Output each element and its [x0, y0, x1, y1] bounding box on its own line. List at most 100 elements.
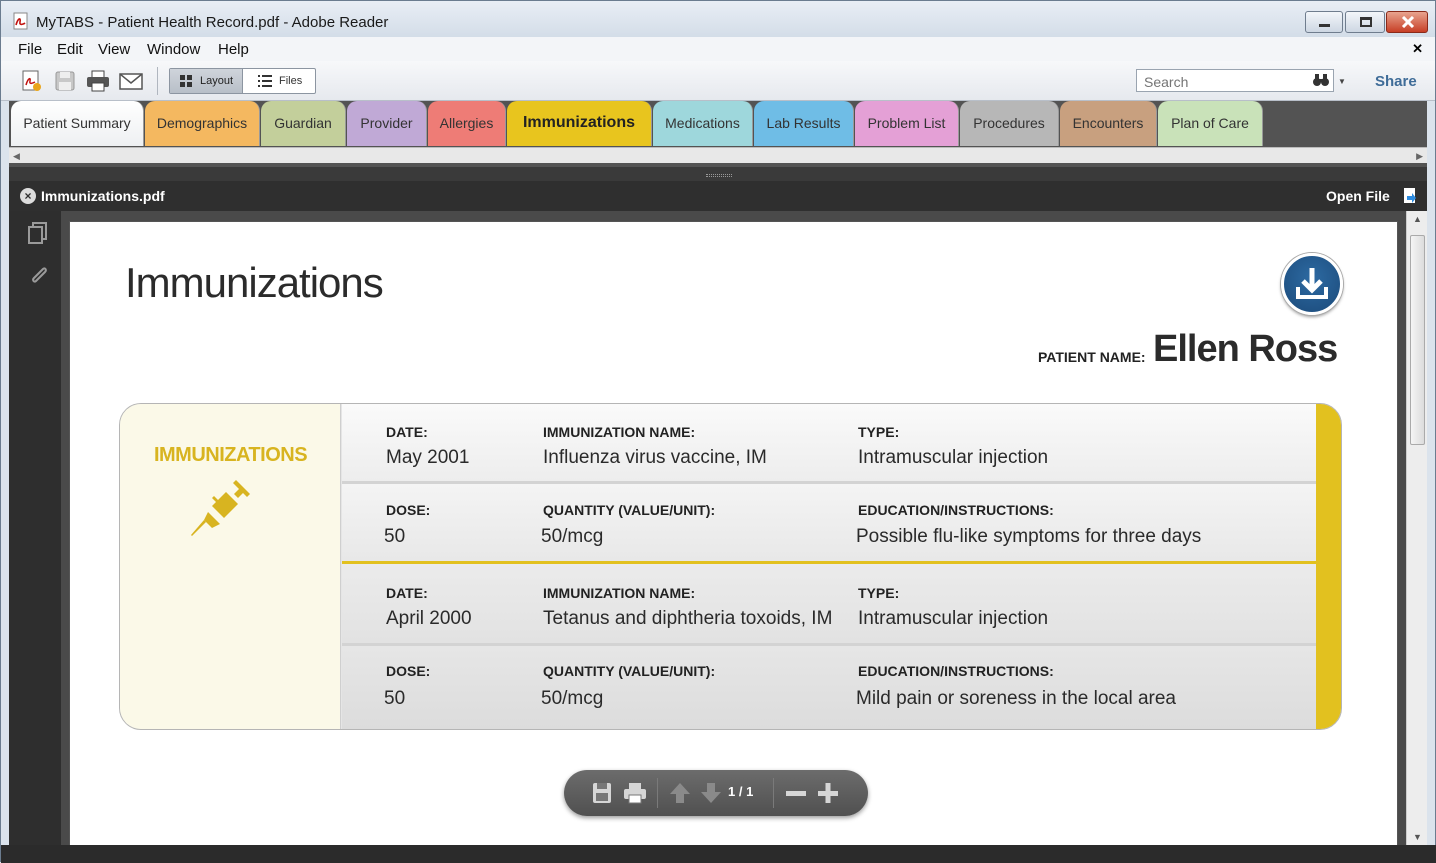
- menu-bar: File Edit View Window Help ✕: [1, 37, 1435, 61]
- vertical-scrollbar[interactable]: ▲ ▼: [1406, 211, 1427, 845]
- splitter-grip[interactable]: [9, 167, 1427, 181]
- tab-plan-of-care[interactable]: Plan of Care: [1158, 101, 1263, 146]
- page-indicator: 1 / 1: [728, 784, 754, 799]
- education-label: EDUCATION/INSTRUCTIONS:: [858, 502, 1054, 518]
- immunization-name-value: Tetanus and diphtheria toxoids, IM: [543, 608, 833, 629]
- scroll-up-icon[interactable]: ▲: [1413, 214, 1422, 224]
- close-icon: [1401, 16, 1415, 28]
- download-button[interactable]: [1281, 253, 1343, 315]
- quantity-value: 50/mcg: [541, 688, 604, 709]
- section-title: IMMUNIZATIONS: [153, 444, 308, 466]
- tab-patient-summary[interactable]: Patient Summary: [11, 101, 144, 146]
- section-sidebar: IMMUNIZATIONS: [120, 404, 341, 729]
- tab-medications[interactable]: Medications: [653, 101, 753, 146]
- record-2-row-1: DATE: April 2000 IMMUNIZATION NAME: Teta…: [342, 564, 1316, 643]
- menu-file[interactable]: File: [18, 41, 42, 58]
- previous-page-icon[interactable]: [668, 781, 692, 805]
- attachments-icon[interactable]: [27, 264, 51, 288]
- status-strip: [1, 845, 1436, 863]
- patient-name-label: PATIENT NAME:: [1038, 349, 1146, 365]
- date-value: April 2000: [386, 608, 472, 629]
- pages-icon[interactable]: [27, 221, 51, 245]
- floating-page-toolbar: 1 / 1: [564, 770, 868, 816]
- tab-guardian[interactable]: Guardian: [261, 101, 346, 146]
- close-file-icon[interactable]: ×: [20, 188, 36, 204]
- document-name: Immunizations.pdf: [41, 188, 165, 204]
- tab-allergies[interactable]: Allergies: [428, 101, 506, 146]
- search-dropdown-icon[interactable]: ▼: [1338, 77, 1346, 86]
- accent-bar: [1315, 404, 1341, 729]
- binoculars-icon[interactable]: [1312, 71, 1330, 89]
- menu-window[interactable]: Window: [147, 41, 200, 58]
- create-pdf-icon[interactable]: [18, 69, 44, 93]
- dose-value: 50: [384, 688, 406, 709]
- education-label: EDUCATION/INSTRUCTIONS:: [858, 663, 1054, 679]
- scroll-left-icon[interactable]: ◀: [13, 151, 20, 162]
- layout-label: Layout: [200, 75, 234, 87]
- search-input[interactable]: [1136, 69, 1334, 92]
- email-icon[interactable]: [118, 69, 144, 93]
- toolbar: Layout Files ▼ Share: [1, 61, 1435, 101]
- scrollbar-thumb[interactable]: [1410, 235, 1425, 445]
- grid-icon: [180, 75, 192, 87]
- date-value: May 2001: [386, 447, 470, 468]
- syringe-icon: [191, 480, 250, 536]
- record-2-row-2: DOSE: 50 QUANTITY (VALUE/UNIT): 50/mcg E…: [342, 646, 1316, 729]
- maximize-button[interactable]: [1345, 11, 1385, 33]
- type-label: TYPE:: [858, 424, 900, 440]
- save-icon[interactable]: [590, 781, 614, 805]
- date-label: DATE:: [386, 585, 428, 601]
- close-document-icon[interactable]: ✕: [1412, 41, 1423, 57]
- open-file-icon[interactable]: [1402, 187, 1418, 205]
- dose-value: 50: [384, 526, 406, 547]
- minimize-button[interactable]: [1305, 11, 1343, 33]
- view-mode-toggle: Layout Files: [169, 68, 316, 94]
- quantity-label: QUANTITY (VALUE/UNIT):: [543, 502, 716, 518]
- record-1-row-1: DATE: May 2001 IMMUNIZATION NAME: Influe…: [342, 404, 1316, 481]
- menu-help[interactable]: Help: [218, 41, 249, 58]
- restore-icon: [1360, 17, 1372, 27]
- save-icon[interactable]: [52, 69, 78, 93]
- files-label: Files: [279, 75, 303, 87]
- layout-button[interactable]: Layout: [170, 69, 242, 93]
- tab-provider[interactable]: Provider: [347, 101, 427, 146]
- open-file-button[interactable]: Open File: [1326, 188, 1390, 204]
- document-header: × Immunizations.pdf Open File: [9, 181, 1427, 211]
- type-label: TYPE:: [858, 585, 900, 601]
- scroll-down-icon[interactable]: ▼: [1413, 832, 1422, 842]
- tab-encounters[interactable]: Encounters: [1060, 101, 1157, 146]
- window-title: MyTABS - Patient Health Record.pdf - Ado…: [36, 14, 389, 31]
- next-page-icon[interactable]: [699, 781, 723, 805]
- portfolio-tab-strip: Patient Summary Demographics Guardian Provi…: [9, 101, 1427, 167]
- print-icon[interactable]: [623, 781, 647, 805]
- tab-scrollbar[interactable]: ◀ ▶: [9, 147, 1427, 163]
- quantity-value: 50/mcg: [541, 526, 604, 547]
- scroll-right-icon[interactable]: ▶: [1416, 151, 1423, 162]
- share-button[interactable]: Share: [1375, 73, 1417, 90]
- files-button[interactable]: Files: [242, 69, 315, 93]
- close-button[interactable]: [1386, 11, 1428, 33]
- zoom-in-icon[interactable]: [816, 781, 840, 805]
- tab-problem-list[interactable]: Problem List: [855, 101, 959, 146]
- immunizations-card: IMMUNIZATIONS DATE: May 2001 IMMUNIZATIO…: [119, 403, 1342, 730]
- tab-immunizations[interactable]: Immunizations: [507, 101, 652, 146]
- zoom-out-icon[interactable]: [784, 781, 808, 805]
- menu-view[interactable]: View: [98, 41, 130, 58]
- document-viewer: Immunizations PATIENT NAME: Ellen Ross I…: [61, 211, 1406, 861]
- tab-procedures[interactable]: Procedures: [960, 101, 1059, 146]
- pdf-page: Immunizations PATIENT NAME: Ellen Ross I…: [69, 221, 1398, 861]
- patient-name: Ellen Ross: [1153, 328, 1338, 370]
- education-value: Mild pain or soreness in the local area: [856, 688, 1177, 709]
- pdf-app-icon: [13, 12, 28, 30]
- print-icon[interactable]: [85, 69, 111, 93]
- immunization-name-value: Influenza virus vaccine, IM: [543, 447, 767, 468]
- menu-edit[interactable]: Edit: [57, 41, 83, 58]
- record-1-row-2: DOSE: 50 QUANTITY (VALUE/UNIT): 50/mcg E…: [342, 484, 1316, 561]
- tab-lab-results[interactable]: Lab Results: [754, 101, 854, 146]
- page-title: Immunizations: [125, 259, 384, 306]
- immunization-name-label: IMMUNIZATION NAME:: [543, 585, 696, 601]
- tab-demographics[interactable]: Demographics: [145, 101, 260, 146]
- immunization-name-label: IMMUNIZATION NAME:: [543, 424, 696, 440]
- type-value: Intramuscular injection: [858, 447, 1049, 468]
- list-icon: [258, 75, 272, 87]
